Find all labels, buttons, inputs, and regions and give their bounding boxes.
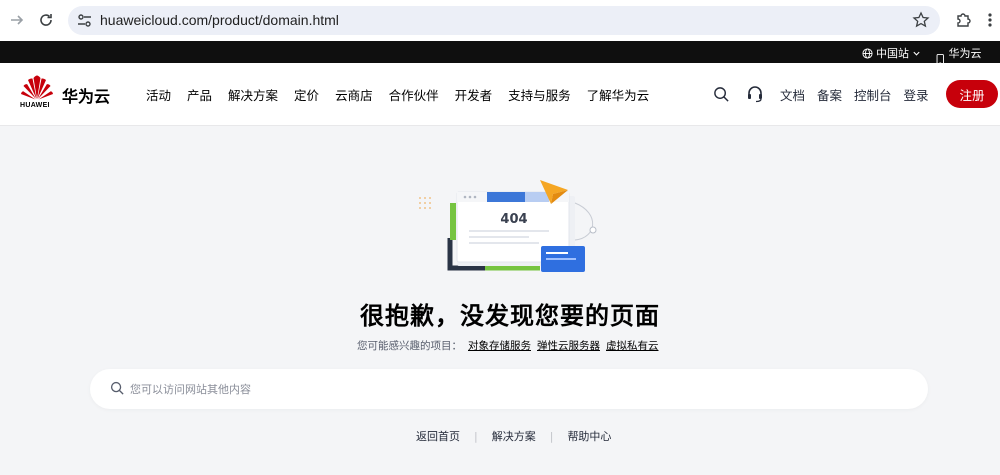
dot-grid-decoration <box>419 197 431 209</box>
bookmark-star-icon[interactable] <box>912 11 930 29</box>
docs-link[interactable]: 文档 <box>780 85 805 104</box>
nav-item-products[interactable]: 产品 <box>187 85 212 104</box>
region-selector[interactable]: 中国站 <box>862 45 921 61</box>
divider: | <box>474 429 478 443</box>
nav-item-activities[interactable]: 活动 <box>146 85 171 104</box>
search-input[interactable] <box>130 379 890 399</box>
suggested-projects: 您可能感兴趣的项目： 对象存储服务 弹性云服务器 虚拟私有云 <box>357 338 659 353</box>
signup-button[interactable]: 注册 <box>946 80 998 108</box>
browser-toolbar: huaweicloud.com/product/domain.html <box>0 0 1000 41</box>
suggest-link-vpc[interactable]: 虚拟私有云 <box>606 340 659 352</box>
brand-name: 华为云 <box>62 87 111 106</box>
address-bar[interactable]: huaweicloud.com/product/domain.html <box>68 6 940 35</box>
filing-link[interactable]: 备案 <box>817 85 842 104</box>
main-navigation: 活动 产品 解决方案 定价 云商店 合作伙伴 开发者 支持与服务 了解华为云 <box>146 85 665 104</box>
header-actions: 文档 备案 控制台 登录 <box>712 80 941 108</box>
forward-icon[interactable] <box>6 9 28 31</box>
error-code-text: 404 <box>500 212 527 227</box>
suggest-prefix: 您可能感兴趣的项目： <box>357 340 462 352</box>
nav-item-marketplace[interactable]: 云商店 <box>335 85 373 104</box>
nav-item-pricing[interactable]: 定价 <box>294 85 319 104</box>
reload-icon[interactable] <box>35 9 57 31</box>
headset-support-icon[interactable] <box>746 85 764 103</box>
nav-item-about[interactable]: 了解华为云 <box>587 85 650 104</box>
suggest-link-ecs[interactable]: 弹性云服务器 <box>537 340 600 352</box>
site-settings-icon[interactable] <box>76 12 93 29</box>
logo-wordmark: HUAWEI <box>20 102 50 109</box>
chevron-down-icon <box>913 51 920 56</box>
solutions-link[interactable]: 解决方案 <box>492 428 536 444</box>
nav-item-solutions[interactable]: 解决方案 <box>228 85 278 104</box>
nav-item-developers[interactable]: 开发者 <box>455 85 493 104</box>
search-icon[interactable] <box>110 381 126 397</box>
browser-menu-icon[interactable] <box>984 10 996 30</box>
search-icon[interactable] <box>712 85 730 103</box>
nav-item-support[interactable]: 支持与服务 <box>508 85 571 104</box>
404-illustration: 404 <box>419 180 597 272</box>
url-text[interactable]: huaweicloud.com/product/domain.html <box>100 12 339 28</box>
home-link[interactable]: 返回首页 <box>416 428 460 444</box>
huawei-cloud-logo[interactable]: HUAWEI 华为云 <box>20 75 120 115</box>
extensions-icon[interactable] <box>954 10 974 30</box>
error-title: 很抱歉，没发现您要的页面 <box>360 302 660 330</box>
suggest-link-obs[interactable]: 对象存储服务 <box>468 340 531 352</box>
top-utility-bar: 中国站 华为云App <box>0 41 1000 74</box>
footer-links: 返回首页 | 解决方案 | 帮助中心 <box>416 428 611 444</box>
divider: | <box>549 429 554 443</box>
site-header: HUAWEI 华为云 活动 产品 解决方案 定价 云商店 合作伙伴 开发者 支持… <box>0 63 1000 126</box>
console-link[interactable]: 控制台 <box>854 85 892 104</box>
globe-icon <box>862 47 873 59</box>
site-search-box[interactable] <box>90 369 928 409</box>
help-center-link[interactable]: 帮助中心 <box>567 428 611 444</box>
nav-item-partners[interactable]: 合作伙伴 <box>389 85 439 104</box>
region-label: 中国站 <box>876 47 909 60</box>
huawei-flower-logo-icon <box>21 75 53 100</box>
login-link[interactable]: 登录 <box>904 85 929 104</box>
